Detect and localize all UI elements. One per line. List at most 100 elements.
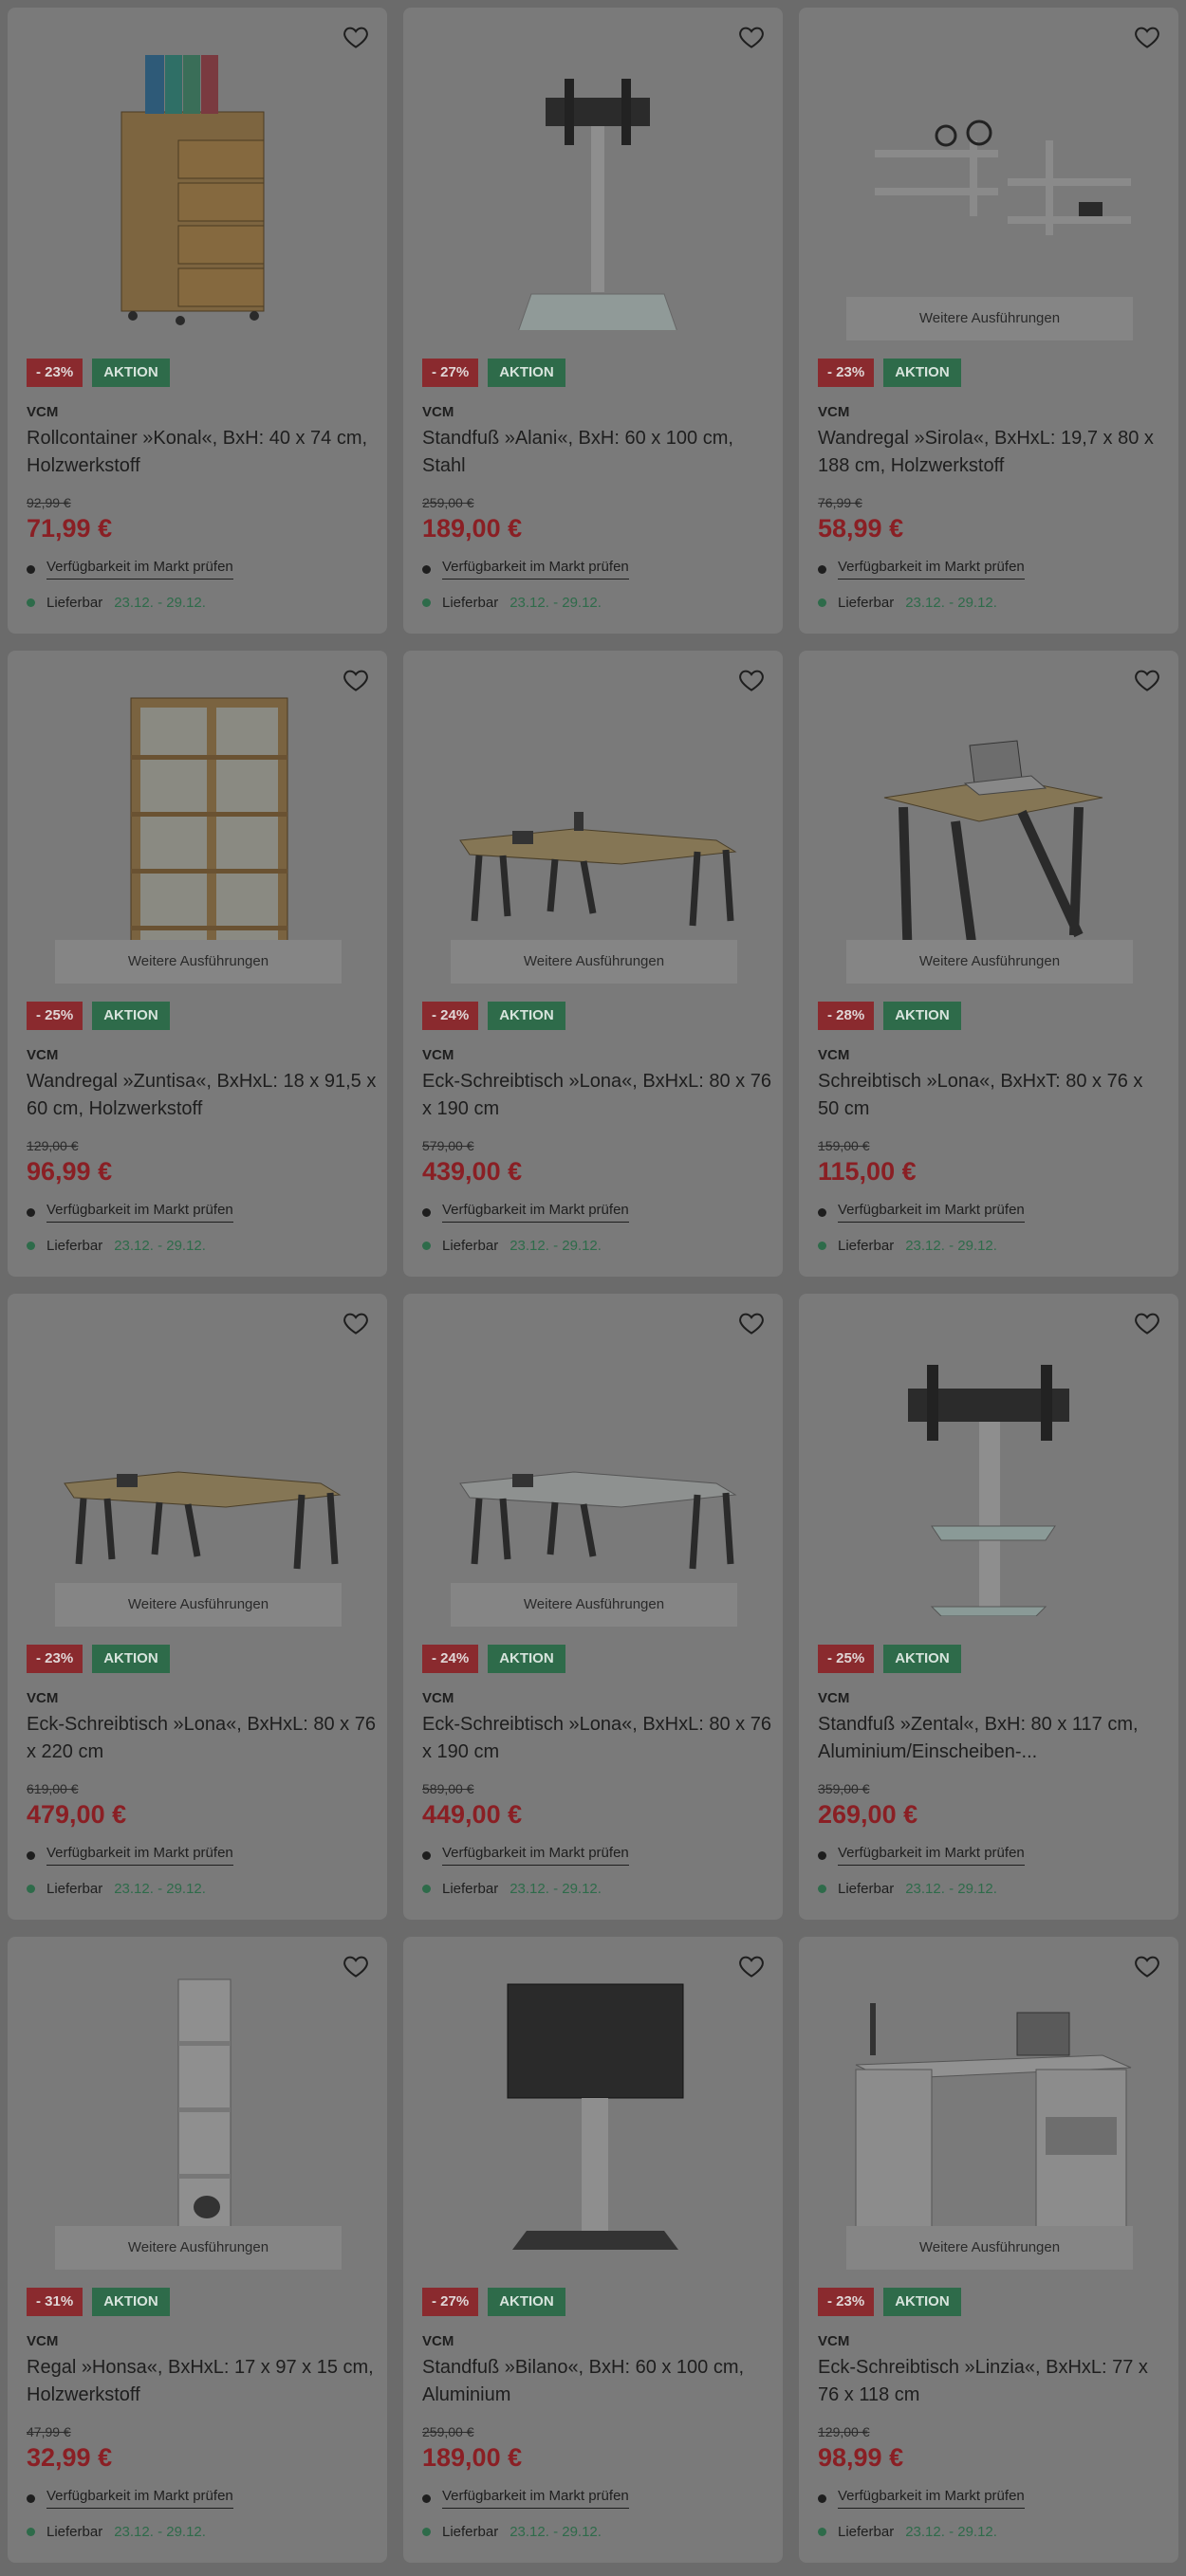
more-variants-button[interactable]: Weitere Ausführungen bbox=[846, 297, 1133, 340]
delivery-row: Lieferbar 23.12. - 29.12. bbox=[27, 1881, 206, 1897]
badge-row: - 23% AKTION bbox=[27, 359, 170, 387]
delivery-dot-icon bbox=[818, 2528, 826, 2536]
product-card[interactable]: Weitere Ausführungen - 23% AKTION VCM Ec… bbox=[8, 1294, 387, 1920]
product-card[interactable]: Weitere Ausführungen - 31% AKTION VCM Re… bbox=[8, 1937, 387, 2563]
product-title[interactable]: Standfuß »Alani«, BxH: 60 x 100 cm, Stah… bbox=[422, 425, 773, 480]
product-title[interactable]: Wandregal »Sirola«, BxHxL: 19,7 x 80 x 1… bbox=[818, 425, 1169, 480]
check-availability-link[interactable]: Verfügbarkeit im Markt prüfen bbox=[838, 2488, 1025, 2509]
availability-dot-icon bbox=[422, 1850, 431, 1860]
product-image[interactable] bbox=[27, 46, 368, 330]
discount-badge: - 23% bbox=[818, 2288, 875, 2316]
brand-label: VCM bbox=[818, 404, 850, 420]
action-badge: AKTION bbox=[92, 1645, 170, 1673]
product-card[interactable]: Weitere Ausführungen - 23% AKTION VCM Wa… bbox=[799, 8, 1178, 634]
product-title[interactable]: Wandregal »Zuntisa«, BxHxL: 18 x 91,5 x … bbox=[27, 1068, 378, 1123]
product-card[interactable]: Weitere Ausführungen - 28% AKTION VCM Sc… bbox=[799, 651, 1178, 1277]
product-card[interactable]: Weitere Ausführungen - 24% AKTION VCM Ec… bbox=[403, 651, 783, 1277]
product-title[interactable]: Eck-Schreibtisch »Lona«, BxHxL: 80 x 76 … bbox=[422, 1068, 773, 1123]
delivery-row: Lieferbar 23.12. - 29.12. bbox=[422, 2524, 602, 2540]
product-image[interactable] bbox=[422, 1975, 764, 2259]
delivery-row: Lieferbar 23.12. - 29.12. bbox=[818, 2524, 997, 2540]
product-image[interactable] bbox=[818, 46, 1159, 330]
product-title[interactable]: Rollcontainer »Konal«, BxH: 40 x 74 cm, … bbox=[27, 425, 378, 480]
availability-row: Verfügbarkeit im Markt prüfen bbox=[818, 2488, 1025, 2509]
product-image[interactable] bbox=[818, 1332, 1159, 1616]
brand-label: VCM bbox=[818, 2333, 850, 2349]
check-availability-link[interactable]: Verfügbarkeit im Markt prüfen bbox=[46, 2488, 233, 2509]
availability-dot-icon bbox=[422, 2493, 431, 2503]
delivery-row: Lieferbar 23.12. - 29.12. bbox=[422, 595, 602, 611]
product-title[interactable]: Eck-Schreibtisch »Linzia«, BxHxL: 77 x 7… bbox=[818, 2354, 1169, 2409]
product-card[interactable]: - 27% AKTION VCM Standfuß »Bilano«, BxH:… bbox=[403, 1937, 783, 2563]
more-variants-button[interactable]: Weitere Ausführungen bbox=[846, 2226, 1133, 2270]
availability-dot-icon bbox=[818, 2493, 826, 2503]
product-card[interactable]: - 23% AKTION VCM Rollcontainer »Konal«, … bbox=[8, 8, 387, 634]
brand-label: VCM bbox=[422, 404, 454, 420]
availability-dot-icon bbox=[422, 564, 431, 574]
check-availability-link[interactable]: Verfügbarkeit im Markt prüfen bbox=[46, 1845, 233, 1866]
more-variants-button[interactable]: Weitere Ausführungen bbox=[55, 2226, 342, 2270]
delivery-label: Lieferbar bbox=[46, 2524, 103, 2540]
delivery-row: Lieferbar 23.12. - 29.12. bbox=[27, 1238, 206, 1254]
current-price: 98,99 € bbox=[818, 2443, 904, 2472]
availability-dot-icon bbox=[818, 1207, 826, 1217]
delivery-dot-icon bbox=[818, 1885, 826, 1893]
product-image[interactable] bbox=[27, 689, 368, 973]
check-availability-link[interactable]: Verfügbarkeit im Markt prüfen bbox=[838, 1202, 1025, 1223]
product-image[interactable] bbox=[422, 689, 764, 973]
check-availability-link[interactable]: Verfügbarkeit im Markt prüfen bbox=[442, 559, 629, 580]
product-card[interactable]: - 27% AKTION VCM Standfuß »Alani«, BxH: … bbox=[403, 8, 783, 634]
product-card[interactable]: Weitere Ausführungen - 25% AKTION VCM Wa… bbox=[8, 651, 387, 1277]
delivery-row: Lieferbar 23.12. - 29.12. bbox=[422, 1881, 602, 1897]
product-image[interactable] bbox=[422, 46, 764, 330]
check-availability-link[interactable]: Verfügbarkeit im Markt prüfen bbox=[442, 1202, 629, 1223]
more-variants-button[interactable]: Weitere Ausführungen bbox=[451, 940, 737, 984]
delivery-dot-icon bbox=[27, 598, 35, 607]
delivery-label: Lieferbar bbox=[442, 1238, 499, 1254]
product-title[interactable]: Standfuß »Bilano«, BxH: 60 x 100 cm, Alu… bbox=[422, 2354, 773, 2409]
more-variants-button[interactable]: Weitere Ausführungen bbox=[451, 1583, 737, 1627]
availability-row: Verfügbarkeit im Markt prüfen bbox=[422, 559, 629, 580]
product-image[interactable] bbox=[27, 1332, 368, 1616]
badge-row: - 25% AKTION bbox=[27, 1002, 170, 1030]
check-availability-link[interactable]: Verfügbarkeit im Markt prüfen bbox=[46, 559, 233, 580]
old-price: 259,00 € bbox=[422, 2424, 474, 2439]
badge-row: - 27% AKTION bbox=[422, 359, 565, 387]
old-price: 619,00 € bbox=[27, 1781, 79, 1796]
product-card[interactable]: Weitere Ausführungen - 23% AKTION VCM Ec… bbox=[799, 1937, 1178, 2563]
product-image[interactable] bbox=[818, 689, 1159, 973]
product-image[interactable] bbox=[27, 1975, 368, 2259]
discount-badge: - 23% bbox=[27, 1645, 83, 1673]
product-title[interactable]: Eck-Schreibtisch »Lona«, BxHxL: 80 x 76 … bbox=[27, 1711, 378, 1766]
delivery-label: Lieferbar bbox=[442, 1881, 499, 1897]
current-price: 71,99 € bbox=[27, 514, 113, 543]
more-variants-button[interactable]: Weitere Ausführungen bbox=[55, 940, 342, 984]
more-variants-button[interactable]: Weitere Ausführungen bbox=[846, 940, 1133, 984]
more-variants-button[interactable]: Weitere Ausführungen bbox=[55, 1583, 342, 1627]
action-badge: AKTION bbox=[883, 1002, 961, 1030]
check-availability-link[interactable]: Verfügbarkeit im Markt prüfen bbox=[46, 1202, 233, 1223]
check-availability-link[interactable]: Verfügbarkeit im Markt prüfen bbox=[838, 1845, 1025, 1866]
brand-label: VCM bbox=[422, 2333, 454, 2349]
product-title[interactable]: Schreibtisch »Lona«, BxHxT: 80 x 76 x 50… bbox=[818, 1068, 1169, 1123]
availability-row: Verfügbarkeit im Markt prüfen bbox=[422, 2488, 629, 2509]
availability-row: Verfügbarkeit im Markt prüfen bbox=[818, 1202, 1025, 1223]
product-title[interactable]: Standfuß »Zental«, BxH: 80 x 117 cm, Alu… bbox=[818, 1711, 1169, 1766]
product-card[interactable]: Weitere Ausführungen - 24% AKTION VCM Ec… bbox=[403, 1294, 783, 1920]
product-title[interactable]: Regal »Honsa«, BxHxL: 17 x 97 x 15 cm, H… bbox=[27, 2354, 378, 2409]
badge-row: - 24% AKTION bbox=[422, 1645, 565, 1673]
product-image[interactable] bbox=[818, 1975, 1159, 2259]
check-availability-link[interactable]: Verfügbarkeit im Markt prüfen bbox=[838, 559, 1025, 580]
delivery-dates: 23.12. - 29.12. bbox=[510, 1238, 602, 1254]
brand-label: VCM bbox=[27, 404, 59, 420]
product-card[interactable]: - 25% AKTION VCM Standfuß »Zental«, BxH:… bbox=[799, 1294, 1178, 1920]
check-availability-link[interactable]: Verfügbarkeit im Markt prüfen bbox=[442, 2488, 629, 2509]
product-image[interactable] bbox=[422, 1332, 764, 1616]
discount-badge: - 25% bbox=[818, 1645, 875, 1673]
delivery-dot-icon bbox=[818, 1242, 826, 1250]
brand-label: VCM bbox=[27, 1690, 59, 1706]
check-availability-link[interactable]: Verfügbarkeit im Markt prüfen bbox=[442, 1845, 629, 1866]
product-title[interactable]: Eck-Schreibtisch »Lona«, BxHxL: 80 x 76 … bbox=[422, 1711, 773, 1766]
badge-row: - 25% AKTION bbox=[818, 1645, 961, 1673]
brand-label: VCM bbox=[27, 1047, 59, 1063]
